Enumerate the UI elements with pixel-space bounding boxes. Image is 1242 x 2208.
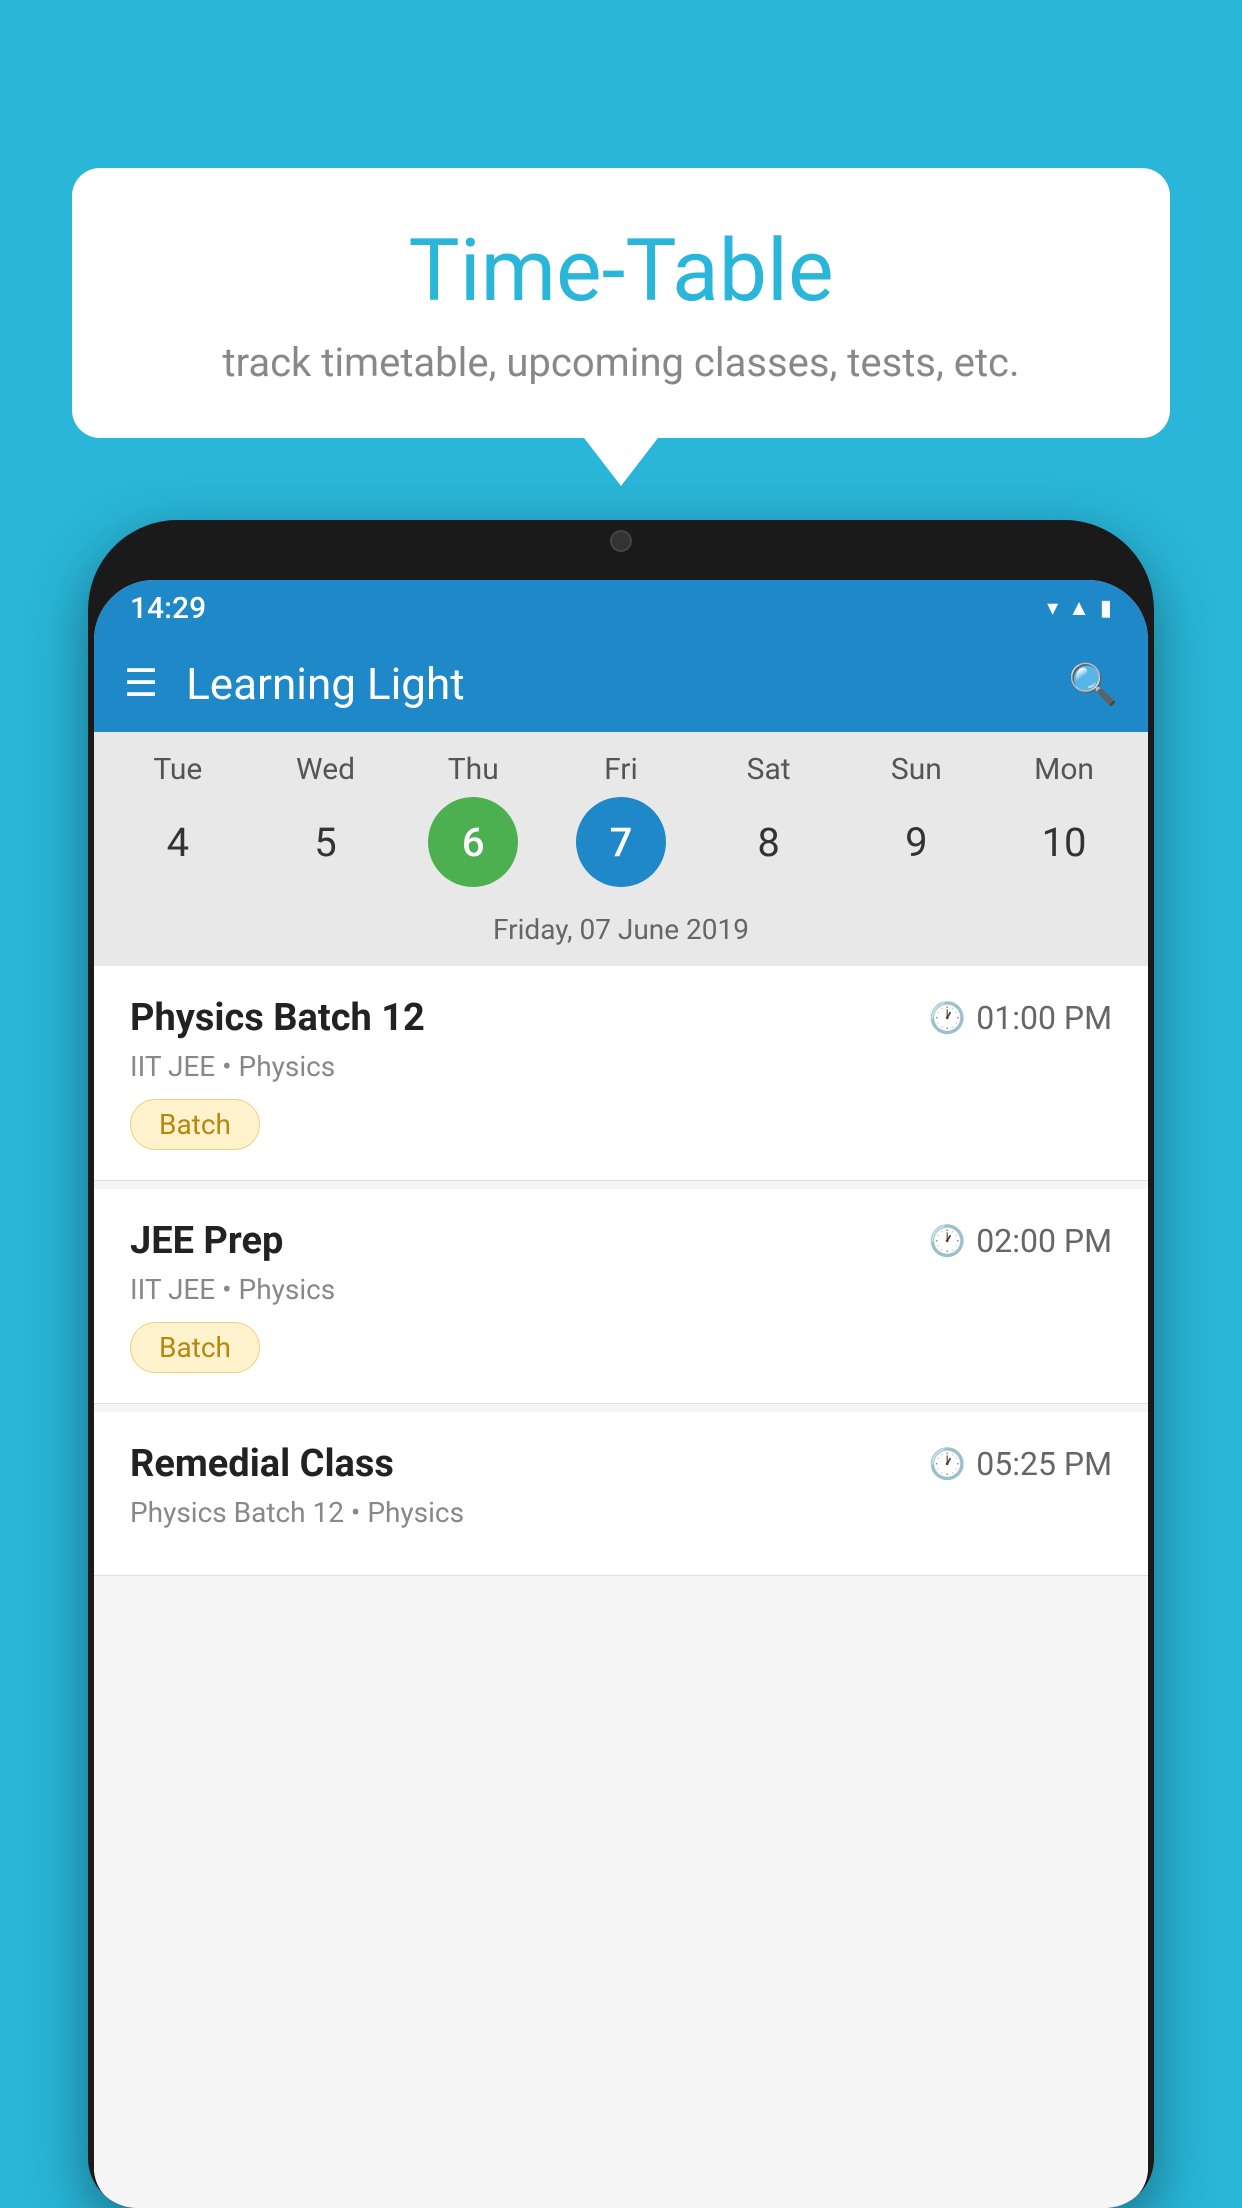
class-time-3: 🕐 05:25 PM — [929, 1445, 1112, 1483]
wifi-icon: ▾ — [1047, 596, 1058, 621]
camera — [610, 530, 632, 552]
class-item-2[interactable]: JEE Prep 🕐 02:00 PM IIT JEE • Physics Ba… — [94, 1189, 1148, 1404]
day-name-wed: Wed — [281, 752, 371, 787]
phone-notch — [88, 520, 1154, 580]
day-5[interactable]: 5 — [281, 797, 371, 887]
batch-badge-2: Batch — [130, 1322, 260, 1373]
bubble-subtitle: track timetable, upcoming classes, tests… — [132, 339, 1110, 386]
class-time-1: 🕐 01:00 PM — [929, 999, 1112, 1037]
class-time-value-3: 05:25 PM — [976, 1445, 1112, 1483]
class-time-value-2: 02:00 PM — [976, 1222, 1112, 1260]
day-name-mon: Mon — [1019, 752, 1109, 787]
class-meta-2: IIT JEE • Physics — [130, 1273, 1112, 1306]
day-10[interactable]: 10 — [1019, 797, 1109, 887]
classes-list: Physics Batch 12 🕐 01:00 PM IIT JEE • Ph… — [94, 966, 1148, 2208]
day-name-sat: Sat — [724, 752, 814, 787]
status-time: 14:29 — [130, 591, 206, 626]
day-4[interactable]: 4 — [133, 797, 223, 887]
class-time-2: 🕐 02:00 PM — [929, 1222, 1112, 1260]
day-name-thu: Thu — [428, 752, 518, 787]
day-8[interactable]: 8 — [724, 797, 814, 887]
day-numbers-row: 4 5 6 7 8 9 10 — [94, 797, 1148, 903]
class-item-1[interactable]: Physics Batch 12 🕐 01:00 PM IIT JEE • Ph… — [94, 966, 1148, 1181]
day-name-sun: Sun — [871, 752, 961, 787]
class-name-2: JEE Prep — [130, 1219, 283, 1263]
phone-frame: 14:29 ▾ ▲ ▮ ☰ Learning Light 🔍 Tue Wed T… — [88, 520, 1154, 2208]
calendar-strip: Tue Wed Thu Fri Sat Sun Mon 4 5 6 7 8 9 … — [94, 732, 1148, 966]
day-names-row: Tue Wed Thu Fri Sat Sun Mon — [94, 752, 1148, 797]
class-header-2: JEE Prep 🕐 02:00 PM — [130, 1219, 1112, 1263]
phone-screen: 14:29 ▾ ▲ ▮ ☰ Learning Light 🔍 Tue Wed T… — [94, 580, 1148, 2208]
battery-icon: ▮ — [1100, 596, 1112, 621]
app-bar: ☰ Learning Light 🔍 — [94, 636, 1148, 732]
search-icon[interactable]: 🔍 — [1068, 661, 1118, 708]
day-6-today[interactable]: 6 — [428, 797, 518, 887]
day-9[interactable]: 9 — [871, 797, 961, 887]
signal-icon: ▲ — [1068, 595, 1090, 621]
class-header-3: Remedial Class 🕐 05:25 PM — [130, 1442, 1112, 1486]
clock-icon-2: 🕐 — [929, 1224, 966, 1259]
status-icons: ▾ ▲ ▮ — [1047, 595, 1112, 621]
day-7-selected[interactable]: 7 — [576, 797, 666, 887]
batch-badge-1: Batch — [130, 1099, 260, 1150]
current-date: Friday, 07 June 2019 — [94, 903, 1148, 966]
status-bar: 14:29 ▾ ▲ ▮ — [94, 580, 1148, 636]
class-time-value-1: 01:00 PM — [976, 999, 1112, 1037]
clock-icon-1: 🕐 — [929, 1001, 966, 1036]
speech-bubble: Time-Table track timetable, upcoming cla… — [72, 168, 1170, 438]
class-name-1: Physics Batch 12 — [130, 996, 425, 1040]
app-title: Learning Light — [186, 658, 1040, 710]
class-meta-3: Physics Batch 12 • Physics — [130, 1496, 1112, 1529]
day-name-tue: Tue — [133, 752, 223, 787]
class-meta-1: IIT JEE • Physics — [130, 1050, 1112, 1083]
class-header-1: Physics Batch 12 🕐 01:00 PM — [130, 996, 1112, 1040]
class-item-3[interactable]: Remedial Class 🕐 05:25 PM Physics Batch … — [94, 1412, 1148, 1576]
clock-icon-3: 🕐 — [929, 1447, 966, 1482]
hamburger-icon[interactable]: ☰ — [124, 665, 158, 703]
day-name-fri: Fri — [576, 752, 666, 787]
class-name-3: Remedial Class — [130, 1442, 394, 1486]
bubble-title: Time-Table — [132, 224, 1110, 319]
